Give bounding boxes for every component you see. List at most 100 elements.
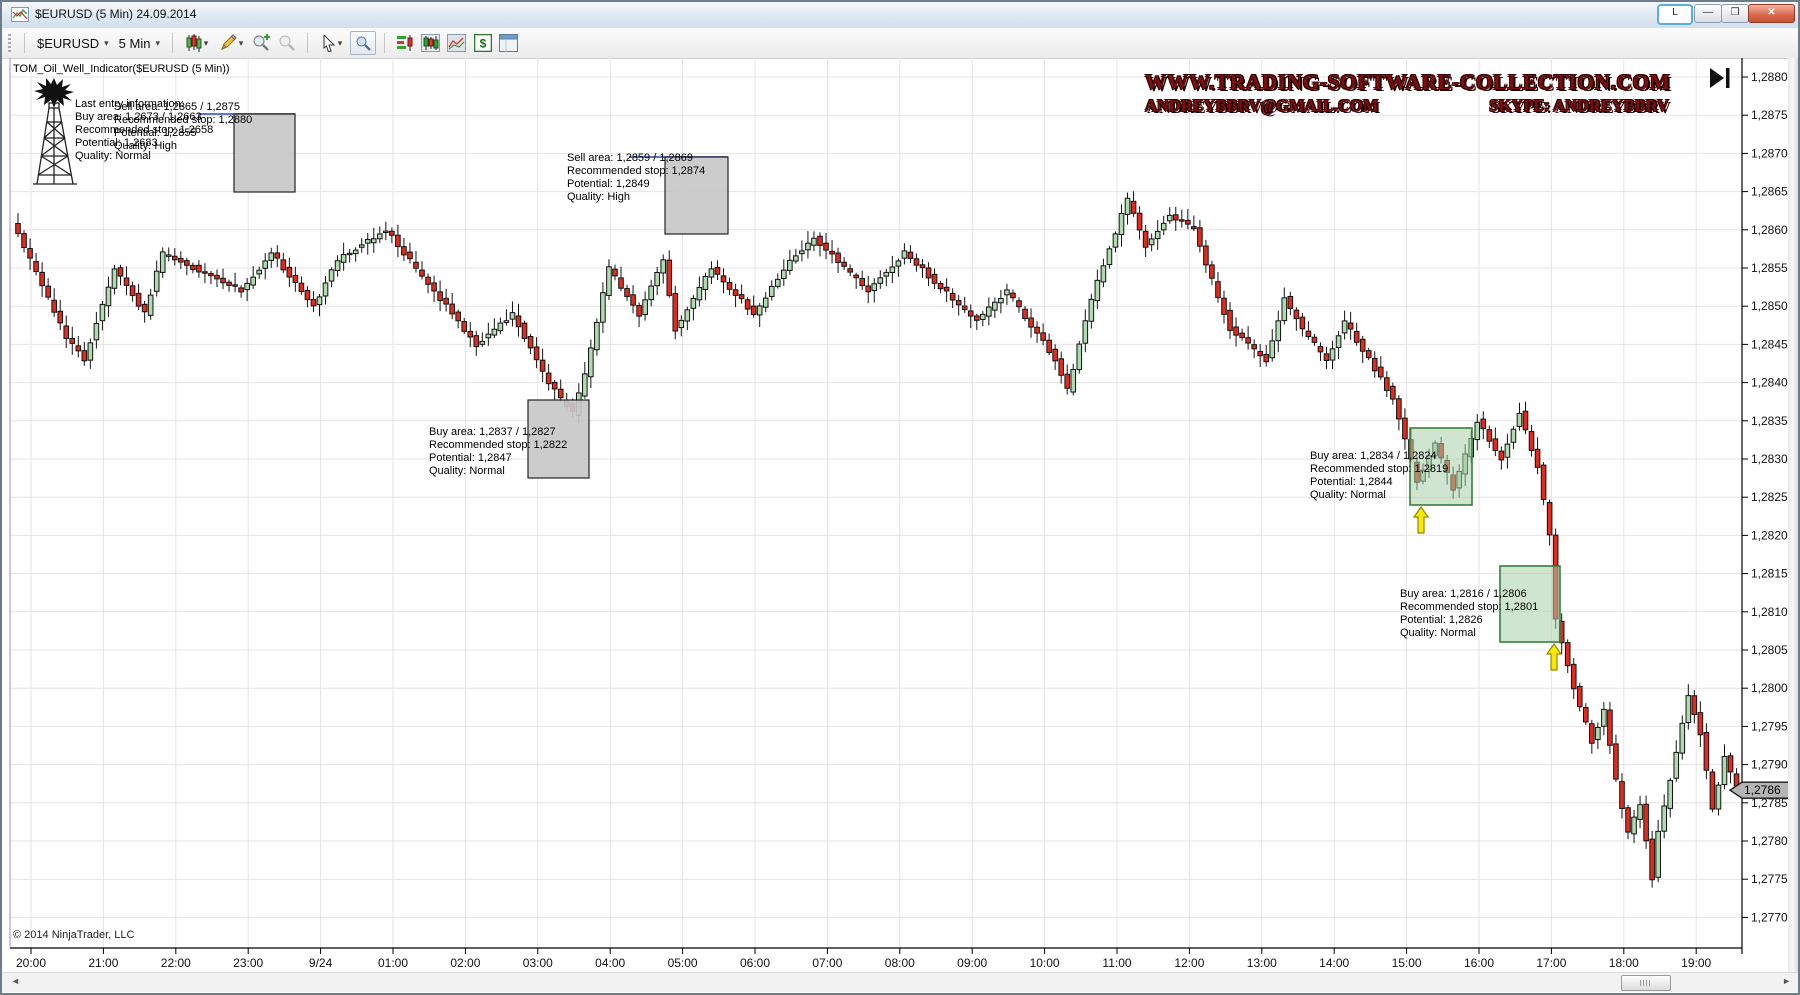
cursor-button[interactable]: ▾ <box>316 32 348 54</box>
zoom-out-button[interactable] <box>275 32 299 54</box>
minimize-button[interactable]: — <box>1694 4 1722 23</box>
bars-panel-icon <box>421 34 440 52</box>
chart-app-icon <box>11 7 29 22</box>
line-chart-icon <box>447 34 466 52</box>
svg-text:1,2825: 1,2825 <box>1751 490 1788 504</box>
svg-text:$: $ <box>480 37 487 51</box>
close-button[interactable]: ✕ <box>1748 4 1795 23</box>
svg-text:22:00: 22:00 <box>161 956 191 970</box>
svg-text:1,2875: 1,2875 <box>1751 108 1788 122</box>
svg-text:21:00: 21:00 <box>88 956 118 970</box>
sell-top-annotation: Sell area: 1,2865 / 1,2875Recommended st… <box>114 101 252 153</box>
svg-text:10:00: 10:00 <box>1030 956 1060 970</box>
toolbar: $EURUSD ▾ 5 Min ▾ ▾ ▾ <box>2 28 1798 59</box>
horizontal-scrollbar[interactable]: ◄ ► <box>2 972 1798 992</box>
svg-text:06:00: 06:00 <box>740 956 770 970</box>
svg-text:13:00: 13:00 <box>1247 956 1277 970</box>
svg-text:09:00: 09:00 <box>957 956 987 970</box>
chart-style-button[interactable]: ▾ <box>181 32 213 54</box>
indicator-label: TOM_Oil_Well_Indicator($EURUSD (5 Min)) <box>13 63 230 75</box>
separator <box>307 33 308 53</box>
svg-text:04:00: 04:00 <box>595 956 625 970</box>
svg-text:03:00: 03:00 <box>523 956 553 970</box>
scroll-left-arrow[interactable]: ◄ <box>11 976 20 986</box>
svg-text:1,2865: 1,2865 <box>1751 185 1788 199</box>
svg-text:15:00: 15:00 <box>1392 956 1422 970</box>
separator <box>24 33 25 53</box>
svg-text:05:00: 05:00 <box>668 956 698 970</box>
chevron-down-icon: ▾ <box>204 38 209 49</box>
go-to-end-icon[interactable] <box>1708 66 1734 90</box>
svg-text:1,2860: 1,2860 <box>1751 223 1788 237</box>
svg-text:1,2850: 1,2850 <box>1751 299 1788 313</box>
chart-trader-icon <box>396 34 414 52</box>
dollar-icon: $ <box>474 34 492 52</box>
svg-text:1,2810: 1,2810 <box>1751 605 1788 619</box>
buy-right2-annotation: Buy area: 1,2816 / 1,2806Recommended sto… <box>1400 588 1538 640</box>
svg-text:07:00: 07:00 <box>812 956 842 970</box>
right-edge-strip <box>1788 58 1798 972</box>
svg-text:9/24: 9/24 <box>309 956 333 970</box>
buy-right1-annotation: Buy area: 1,2834 / 1,2824Recommended sto… <box>1310 450 1448 502</box>
svg-text:1,2780: 1,2780 <box>1751 834 1788 848</box>
price-chart[interactable]: 1,28801,28751,28701,28651,28601,28551,28… <box>2 58 1798 972</box>
svg-text:1,2855: 1,2855 <box>1751 261 1788 275</box>
bars-panel-button[interactable] <box>419 32 443 54</box>
svg-text:11:00: 11:00 <box>1102 956 1131 970</box>
instrument-selector[interactable]: $EURUSD ▾ <box>32 34 114 53</box>
oil-well-icon <box>30 76 80 188</box>
cursor-icon <box>322 35 336 52</box>
interval-label: 5 Min <box>119 36 151 51</box>
line-chart-button[interactable] <box>445 32 469 54</box>
toolbar-grip[interactable] <box>8 34 11 52</box>
chevron-down-icon: ▾ <box>104 38 109 49</box>
svg-text:19:00: 19:00 <box>1681 956 1711 970</box>
svg-text:08:00: 08:00 <box>885 956 915 970</box>
buy-mid-annotation: Buy area: 1,2837 / 1,2827Recommended sto… <box>429 426 567 478</box>
svg-text:02:00: 02:00 <box>450 956 480 970</box>
svg-text:14:00: 14:00 <box>1319 956 1349 970</box>
svg-text:16:00: 16:00 <box>1464 956 1494 970</box>
link-button[interactable]: L <box>1657 4 1693 25</box>
zoom-out-icon <box>278 34 296 52</box>
svg-text:1,2835: 1,2835 <box>1751 414 1788 428</box>
svg-text:1,2830: 1,2830 <box>1751 452 1788 466</box>
scrollbar-thumb[interactable] <box>1621 975 1671 991</box>
svg-text:12:00: 12:00 <box>1174 956 1204 970</box>
interval-selector[interactable]: 5 Min ▾ <box>114 34 165 53</box>
candlestick-icon <box>186 34 202 52</box>
chevron-down-icon: ▾ <box>338 38 343 49</box>
drawing-tools-button[interactable]: ▾ <box>215 32 247 54</box>
panel-icon <box>499 34 518 52</box>
sell-mid-annotation: Sell area: 1,2859 / 1,2869Recommended st… <box>567 152 705 204</box>
title-bar[interactable]: $EURUSD (5 Min) 24.09.2014 L — ❐ ✕ <box>2 2 1798 29</box>
svg-text:1,2795: 1,2795 <box>1751 719 1788 733</box>
chevron-down-icon: ▾ <box>155 38 160 49</box>
window-title: $EURUSD (5 Min) 24.09.2014 <box>35 7 196 21</box>
svg-text:1,2770: 1,2770 <box>1751 910 1788 924</box>
watermark: WWW.TRADING-SOFTWARE-COLLECTION.COM ANDR… <box>1145 70 1669 116</box>
up-arrow-marker <box>1414 507 1428 533</box>
output-panel-button[interactable] <box>497 32 521 54</box>
svg-text:23:00: 23:00 <box>233 956 263 970</box>
zoom-in-button[interactable] <box>249 32 273 54</box>
account-dollar-button[interactable]: $ <box>471 32 495 54</box>
watermark-email: ANDREYBBRV@GMAIL.COM <box>1145 96 1378 116</box>
data-box-button[interactable] <box>350 31 376 55</box>
separator <box>384 33 385 53</box>
svg-text:17:00: 17:00 <box>1536 956 1566 970</box>
pencil-icon <box>219 34 237 52</box>
svg-text:1,2790: 1,2790 <box>1751 758 1788 772</box>
scroll-right-arrow[interactable]: ► <box>1782 976 1791 986</box>
chart-trader-button[interactable] <box>393 32 417 54</box>
svg-text:1,2870: 1,2870 <box>1751 146 1788 160</box>
svg-text:1,2815: 1,2815 <box>1751 567 1788 581</box>
maximize-button[interactable]: ❐ <box>1721 4 1749 23</box>
svg-text:1,2775: 1,2775 <box>1751 872 1788 886</box>
watermark-skype: SKYPE: ANDREYBBRV <box>1489 96 1669 116</box>
up-arrow-marker <box>1547 644 1561 670</box>
instrument-label: $EURUSD <box>37 36 99 51</box>
svg-text:1,2800: 1,2800 <box>1751 681 1788 695</box>
svg-text:01:00: 01:00 <box>378 956 408 970</box>
chevron-down-icon: ▾ <box>239 38 244 49</box>
